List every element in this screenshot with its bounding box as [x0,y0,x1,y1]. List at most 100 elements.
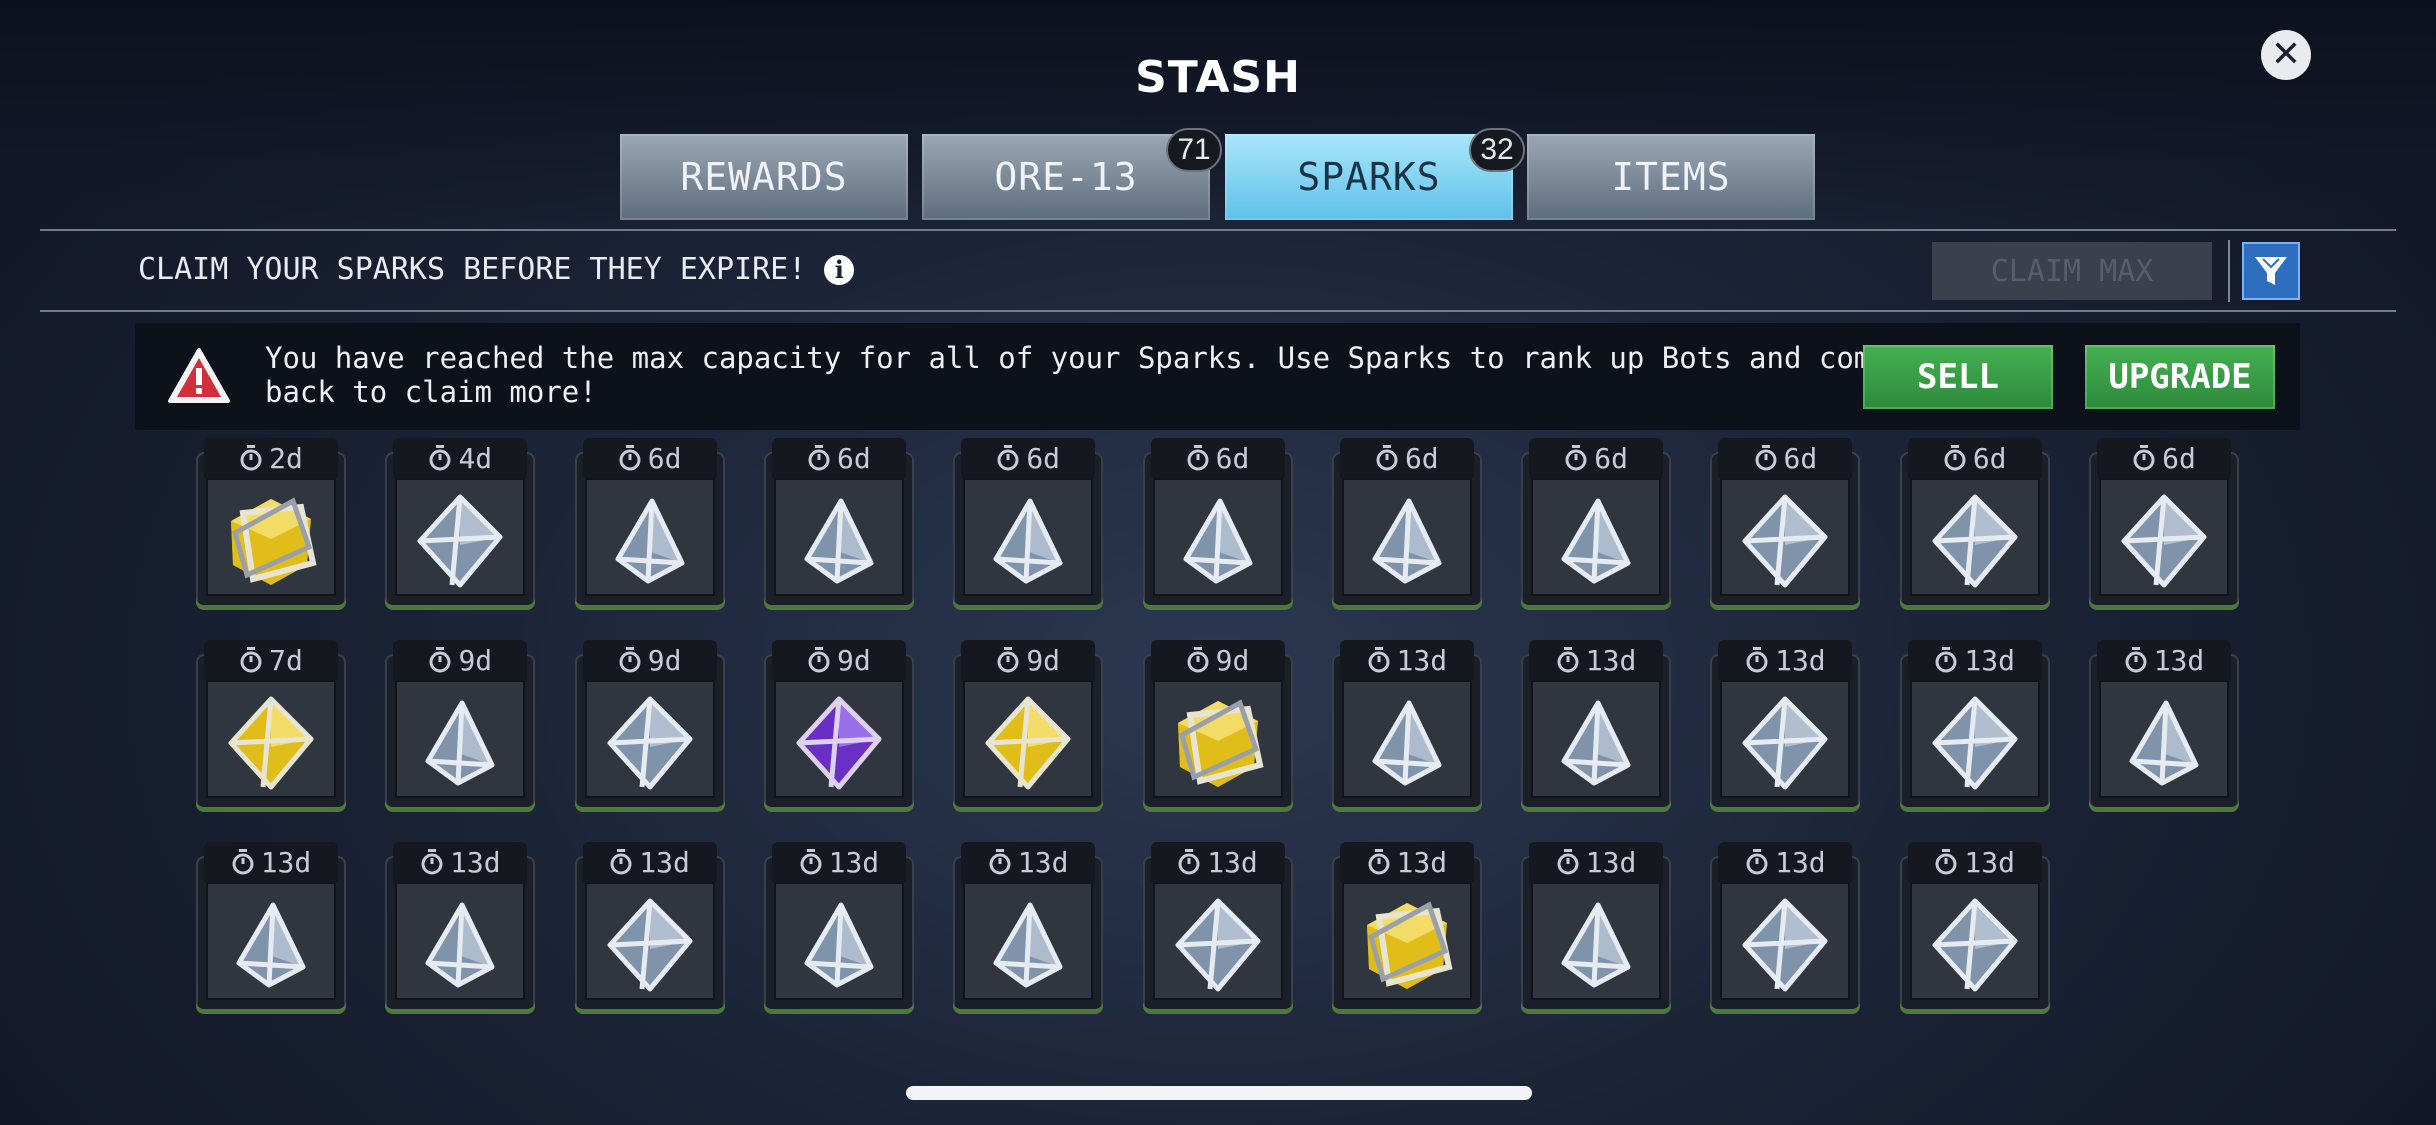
expiry-time: 9d [458,643,493,677]
spark-gray-icon [1183,498,1252,584]
timer-icon [1935,647,1957,673]
timer-icon [808,445,830,471]
filter-button[interactable] [2242,242,2300,300]
spark-card[interactable]: 9d [574,640,725,812]
spark-gray-icon [2129,700,2199,786]
warning-icon [168,348,230,403]
expiry-timer: 13d [1339,640,1474,680]
expiry-time: 9d [837,643,871,677]
spark-card[interactable]: 7d [196,640,346,812]
upgrade-label: UPGRADE [2108,357,2252,397]
count-badge: 32 [1469,128,1525,172]
info-icon[interactable]: i [824,254,855,285]
spark-card[interactable]: 6d [1521,438,1672,610]
spark-gray-icon [804,498,874,584]
expiry-time: 6d [837,441,871,475]
timer-icon [1935,849,1957,875]
spark-card[interactable]: 6d [1331,438,1482,610]
spark-card[interactable]: 13d [1710,842,1861,1014]
spark-card[interactable]: 13d [1899,640,2050,812]
spark-card[interactable]: 9d [763,640,914,812]
spark-card[interactable]: 13d [196,842,346,1014]
expiry-timer: 6d [1718,438,1853,478]
spark-card[interactable]: 6d [1710,438,1861,610]
spark-card[interactable]: 6d [1142,438,1293,610]
spark-gray-icon [417,494,503,588]
spark-gray-icon [993,902,1063,988]
spark-purple-icon [796,696,882,790]
spark-card[interactable]: 13d [1331,842,1482,1014]
timer-icon [808,647,830,673]
spark-card[interactable]: 9d [953,640,1104,812]
tab-label: SPARKS [1297,155,1441,199]
close-button[interactable]: ✕ [2261,30,2311,80]
claim-max-button[interactable]: CLAIM MAX [1932,242,2212,300]
spark-gray-icon [1932,898,2018,992]
timer-icon [1368,647,1389,673]
spark-gray-icon [1742,898,1828,992]
timer-icon [232,849,254,875]
spark-card[interactable]: 13d [763,842,914,1014]
spark-card[interactable]: 13d [1710,640,1861,812]
spark-card[interactable]: 13d [1331,640,1482,812]
expiry-time: 7d [269,643,303,677]
sell-button[interactable]: SELL [1863,345,2053,409]
expiry-timer: 9d [1150,640,1285,680]
spark-card[interactable]: 9d [385,640,536,812]
tab-sparks[interactable]: SPARKS 32 [1225,128,1525,220]
tab-label: REWARDS [680,155,848,199]
tab-ore-13[interactable]: ORE-13 71 [922,128,1222,220]
expiry-timer: 13d [961,842,1096,882]
spark-card[interactable]: 6d [2089,438,2239,610]
spark-card[interactable]: 2d [196,438,346,610]
timer-icon [1746,849,1768,875]
timer-icon [2125,647,2147,673]
spark-card[interactable]: 9d [1142,640,1293,812]
spark-card[interactable]: 13d [953,842,1104,1014]
spark-card[interactable]: 13d [1142,842,1293,1014]
spark-card[interactable]: 6d [763,438,914,610]
spark-card[interactable]: 13d [1521,640,1672,812]
upgrade-button[interactable]: UPGRADE [2085,345,2275,409]
spark-card[interactable]: 13d [385,842,536,1014]
timer-icon [421,849,443,875]
expiry-timer: 6d [2097,438,2231,478]
spark-card[interactable]: 6d [574,438,725,610]
spark-gray-icon [1372,498,1442,584]
timer-icon [989,849,1011,875]
expiry-time: 6d [2162,441,2196,475]
tab-items[interactable]: ITEMS [1527,134,1815,220]
spark-card[interactable]: 13d [574,842,725,1014]
sparks-grid: 2d 4d 6d 6d 6d 6d 6d 6d 6d 6d 6d 7d 9d 9d 9d 9d 9d 13d 13d… [196,438,2246,1018]
expiry-time: 13d [1396,845,1448,879]
expiry-time: 9d [1026,643,1061,677]
spark-card[interactable]: 6d [1899,438,2050,610]
timer-icon [240,445,262,471]
timer-icon [240,647,262,673]
spark-gray-icon [1561,700,1631,786]
timer-icon [619,647,641,673]
spark-card[interactable]: 13d [1521,842,1672,1014]
expiry-time: 6d [1594,441,1628,475]
tab-label: ITEMS [1611,155,1731,199]
timer-icon [1557,647,1579,673]
spark-card[interactable]: 13d [2089,640,2239,812]
spark-gold-icon [228,696,314,790]
expiry-time: 13d [1207,845,1258,879]
expiry-time: 9d [1215,643,1250,677]
expiry-timer: 9d [582,640,717,680]
spark-card[interactable]: 6d [953,438,1104,610]
expiry-timer: 4d [393,438,528,478]
home-indicator[interactable] [906,1086,1532,1100]
expiry-time: 13d [1017,845,1069,879]
timer-icon [1376,445,1398,471]
spark-card[interactable]: 13d [1899,842,2050,1014]
expiry-time: 13d [1775,643,1826,677]
tab-rewards[interactable]: REWARDS [620,134,908,220]
spark-card[interactable]: 4d [385,438,536,610]
tab-label: ORE-13 [994,155,1138,199]
spark-gray-icon [1932,696,2018,790]
expiry-timer: 9d [961,640,1096,680]
expiry-time: 6d [1783,441,1818,475]
expiry-time: 13d [1585,845,1637,879]
